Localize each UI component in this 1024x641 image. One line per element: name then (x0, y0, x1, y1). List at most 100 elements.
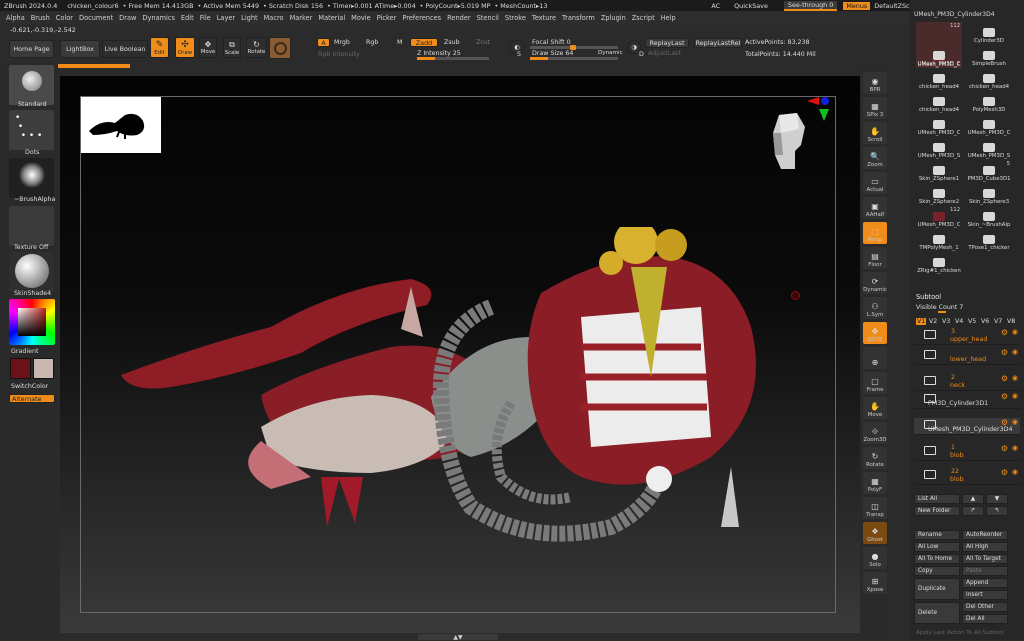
all-low-button[interactable]: All Low (914, 542, 960, 552)
material-thumbnail[interactable] (9, 252, 54, 292)
subtool-title[interactable]: Subtool (916, 293, 941, 301)
tool-item[interactable]: Cylinder3D (966, 22, 1012, 44)
gradient-label[interactable]: Gradient (11, 348, 38, 355)
stroke-thumbnail[interactable]: • • • • • (9, 110, 54, 150)
menu-zplugin[interactable]: Zplugin (601, 14, 626, 22)
texture-thumbnail[interactable] (9, 206, 54, 246)
nav-polyf-button[interactable]: ▦ PolyF (863, 472, 887, 494)
eye-icon[interactable]: ◉ (1012, 374, 1018, 382)
all-to-home-button[interactable]: All To Home (914, 554, 960, 564)
scale-button[interactable]: ⧉ Scale (223, 37, 241, 58)
gear-icon[interactable]: ⚙ (1001, 468, 1008, 477)
secondary-color-swatch[interactable] (33, 358, 54, 379)
nav-scroll-button[interactable]: ✋ Scroll (863, 122, 887, 144)
menu-color[interactable]: Color (56, 14, 73, 22)
list-all-button[interactable]: List All (914, 494, 960, 504)
gear-icon[interactable]: ⚙ (1001, 392, 1008, 401)
menu-document[interactable]: Document (79, 14, 113, 22)
menu-file[interactable]: File (200, 14, 211, 22)
arrow-up-r-icon[interactable]: ▼ (986, 494, 1008, 504)
tool-item[interactable]: UMesh_PM3D_C (916, 45, 962, 67)
tool-item[interactable]: TMPolyMesh_1 (916, 229, 962, 251)
version-tab-v5[interactable]: V5 (968, 318, 976, 325)
nav-aahalf-button[interactable]: ▣ AAHalf (863, 197, 887, 219)
menu-preferences[interactable]: Preferences (402, 14, 441, 22)
focal-shift-track[interactable] (530, 45, 618, 50)
head-orientation-icon[interactable] (769, 111, 809, 173)
creature-model[interactable] (111, 227, 801, 587)
live-boolean-button[interactable]: Live Boolean (102, 40, 148, 58)
replay-last-button[interactable]: ReplayLast (645, 38, 689, 48)
menu-edit[interactable]: Edit (181, 14, 194, 22)
dynamic-toggle[interactable]: Dynamic (598, 50, 623, 56)
arrow-down-l-icon[interactable]: ↱ (962, 506, 984, 516)
adjust-last-slider[interactable]: AdjustLast (648, 50, 681, 57)
replay-last-rel-button[interactable]: ReplayLastRel (694, 38, 742, 48)
version-tab-v8[interactable]: V8 (1007, 318, 1015, 325)
tool-item[interactable]: SimpleBrush (966, 45, 1012, 67)
z-intensity-slider[interactable]: Z Intensity 25 (417, 50, 461, 57)
draw-size-slider[interactable]: Draw Size 64 (532, 50, 573, 57)
nav-l-sym-button[interactable]: ⚇ L.Sym (863, 297, 887, 319)
draw-button[interactable]: ✣ Draw (175, 37, 195, 58)
tool-item[interactable]: UMesh_PM3D_S (916, 137, 962, 159)
nav-qxyz-button[interactable]: ✥ QXYZ (863, 322, 887, 344)
menu-light[interactable]: Light (241, 14, 257, 22)
subtool-row[interactable]: 1 blob ⚙ ◉ (914, 444, 1020, 461)
color-picker-square[interactable] (18, 308, 46, 336)
rename-button[interactable]: Rename (914, 530, 960, 540)
nav-solo-button[interactable]: ● Solo (863, 547, 887, 569)
gear-icon[interactable]: ⚙ (1001, 328, 1008, 337)
menu-movie[interactable]: Movie (351, 14, 371, 22)
version-tab-v6[interactable]: V6 (981, 318, 989, 325)
zadd-toggle[interactable]: Zadd (410, 38, 438, 47)
del-all-button[interactable]: Del All (962, 614, 1008, 624)
nav-rotate-button[interactable]: ↻ Rotate (863, 447, 887, 469)
new-folder-button[interactable]: New Folder (914, 506, 960, 516)
menu-material[interactable]: Material (318, 14, 345, 22)
menu-marker[interactable]: Marker (290, 14, 313, 22)
tool-item[interactable]: Skin_ZSphere3 (966, 183, 1012, 205)
see-through-slider[interactable]: See-through 0 (783, 0, 838, 11)
switch-color-button[interactable]: SwitchColor (11, 383, 48, 390)
menu-draw[interactable]: Draw (119, 14, 136, 22)
autoreorder-button[interactable]: AutoReorder (962, 530, 1008, 540)
edit-button[interactable]: ✎ Edit (150, 37, 169, 58)
nav-actual-button[interactable]: ▭ Actual (863, 172, 887, 194)
copy-button[interactable]: Copy (914, 566, 960, 576)
viewport[interactable] (60, 76, 860, 633)
quicksave-button[interactable]: QuickSave (734, 2, 768, 10)
nav-move-button[interactable]: ✋ Move (863, 397, 887, 419)
gear-icon[interactable]: ⚙ (1001, 374, 1008, 383)
nav-xpose-button[interactable]: ⊞ Xpose (863, 572, 887, 594)
subtool-row[interactable]: PM3D_Cylinder3D1 ⚙ ◉ (914, 392, 1020, 409)
draw-size-track[interactable] (530, 57, 618, 60)
append-button[interactable]: Append (962, 578, 1008, 588)
menu-brush[interactable]: Brush (31, 14, 50, 22)
eye-icon[interactable]: ◉ (1012, 348, 1018, 356)
main-color-swatch[interactable] (10, 358, 31, 379)
tool-item[interactable]: Skin_ZSphere2 (916, 183, 962, 205)
all-high-button[interactable]: All High (962, 542, 1008, 552)
material-sphere-icon[interactable] (269, 37, 291, 59)
tool-item[interactable]: UMesh_PM3D_S (966, 137, 1012, 159)
menu-transform[interactable]: Transform (562, 14, 595, 22)
tool-item[interactable]: UMesh_PM3D_C (966, 114, 1012, 136)
menu-macro[interactable]: Macro (264, 14, 284, 22)
bottom-scroll-handle[interactable]: ▲▼ (418, 634, 498, 641)
rgb-intensity-slider[interactable]: Rgb Intensity (318, 51, 360, 58)
nav-transp-button[interactable]: ◫ Transp (863, 497, 887, 519)
insert-button[interactable]: Insert (962, 590, 1008, 600)
gear-icon[interactable]: ⚙ (1001, 444, 1008, 453)
menu-zscript[interactable]: Zscript (632, 14, 655, 22)
eye-icon[interactable]: ◉ (1012, 328, 1018, 336)
menu-stroke[interactable]: Stroke (505, 14, 526, 22)
nav-dynamic-button[interactable]: ⟳ Dynamic (863, 272, 887, 294)
version-tab-v3[interactable]: V3 (942, 318, 950, 325)
subtool-row[interactable]: 3 upper_head ⚙ ◉ (914, 328, 1020, 345)
all-to-target-button[interactable]: All To Target (962, 554, 1008, 564)
menu-texture[interactable]: Texture (532, 14, 556, 22)
tool-item[interactable]: chicken_head4 (916, 91, 962, 113)
eye-icon[interactable]: ◉ (1012, 444, 1018, 452)
mrgb-toggle[interactable]: Mrgb (334, 39, 350, 46)
